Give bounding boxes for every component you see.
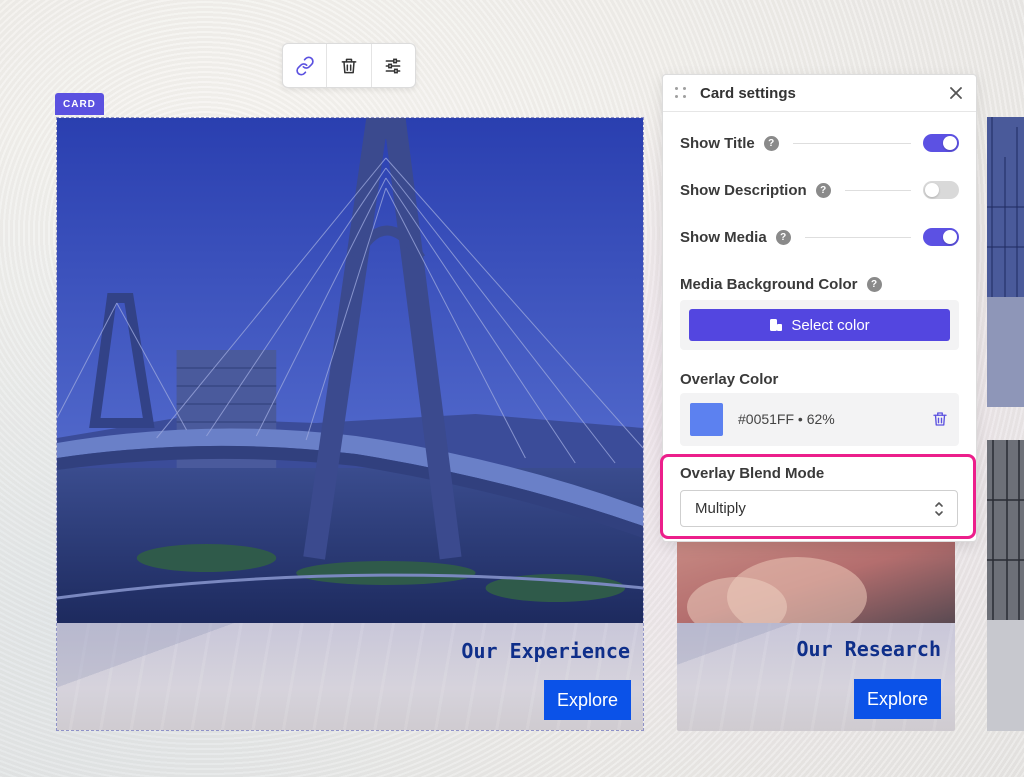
setting-label: Show Title — [680, 134, 755, 152]
blend-mode-value: Multiply — [695, 500, 746, 517]
card-partial-top[interactable] — [987, 117, 1024, 407]
help-icon[interactable]: ? — [775, 229, 791, 245]
chevron-up-down-icon — [935, 502, 943, 516]
panel-header[interactable]: Card settings — [663, 75, 976, 112]
link-button[interactable] — [283, 44, 328, 87]
select-color-label: Select color — [791, 316, 870, 334]
card-title: Our Experience — [461, 639, 630, 663]
close-icon — [950, 87, 962, 99]
card-our-experience[interactable]: Our Experience Explore — [56, 117, 644, 731]
overlay-color-value: #0051FF • 62% — [738, 411, 835, 427]
divider — [844, 189, 911, 191]
card-partial-bottom[interactable] — [987, 440, 1024, 731]
overlay-color-row: Overlay Color — [680, 367, 959, 391]
help-icon[interactable]: ? — [763, 135, 779, 151]
show-media-toggle[interactable] — [923, 228, 959, 246]
blend-mode-label: Overlay Blend Mode — [680, 465, 825, 482]
explore-button[interactable]: Explore — [854, 679, 941, 719]
setting-label: Overlay Color — [680, 370, 779, 388]
card-badge: CARD — [55, 93, 104, 115]
show-description-toggle[interactable] — [923, 181, 959, 199]
scaffold-photo — [987, 440, 1024, 731]
overlay-color-field[interactable]: #0051FF • 62% — [680, 393, 959, 446]
bridge-photo — [57, 118, 643, 623]
divider — [804, 236, 911, 238]
card-footer: Our Research Explore — [677, 623, 955, 731]
panel-title: Card settings — [700, 84, 796, 102]
blend-mode-select[interactable]: Multiply — [680, 490, 958, 527]
setting-show-title: Show Title ? — [680, 131, 959, 155]
research-photo — [677, 537, 955, 623]
drag-handle-icon[interactable] — [675, 87, 687, 99]
setting-label: Show Description — [680, 181, 807, 199]
card-footer: Our Experience Explore — [57, 623, 643, 730]
overlay-color-swatch[interactable] — [690, 403, 723, 436]
media-background-color-field: Select color — [680, 300, 959, 350]
industrial-photo — [987, 117, 1024, 407]
card-title: Our Research — [796, 637, 942, 661]
setting-label: Show Media — [680, 228, 767, 246]
explore-button[interactable]: Explore — [544, 680, 631, 720]
paint-bucket-icon — [770, 319, 783, 331]
select-color-button[interactable]: Select color — [689, 309, 950, 341]
show-title-toggle[interactable] — [923, 134, 959, 152]
setting-show-media: Show Media ? — [680, 225, 959, 249]
element-toolbar — [282, 43, 416, 88]
media-background-color-row: Media Background Color ? — [680, 272, 959, 296]
help-icon[interactable]: ? — [815, 182, 831, 198]
divider — [792, 142, 911, 144]
close-button[interactable] — [948, 85, 964, 101]
trash-icon[interactable] — [931, 409, 949, 429]
help-icon[interactable]: ? — [866, 276, 882, 292]
setting-label: Media Background Color — [680, 275, 858, 293]
sliders-icon — [385, 58, 401, 73]
setting-show-description: Show Description ? — [680, 178, 959, 202]
trash-icon — [341, 58, 357, 73]
settings-button[interactable] — [372, 44, 415, 87]
delete-button[interactable] — [327, 44, 372, 87]
card-our-research[interactable]: Our Research Explore — [677, 537, 955, 731]
link-icon — [295, 55, 314, 76]
